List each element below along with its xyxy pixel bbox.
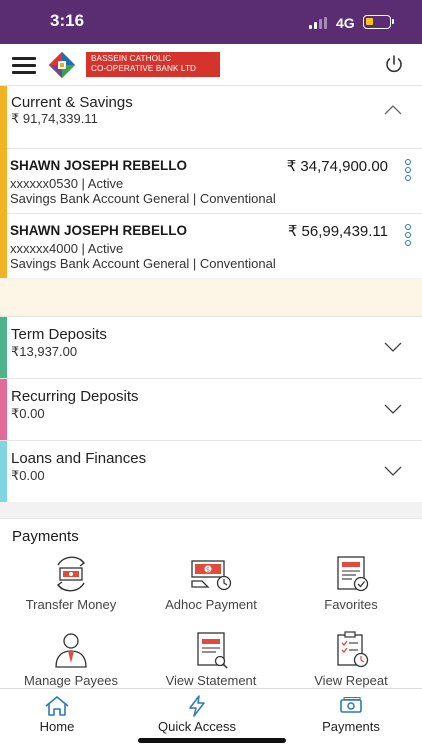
view-statement-tile[interactable]: View Statement xyxy=(141,631,281,688)
favorites-tile[interactable]: Favorites xyxy=(281,555,421,615)
term-deposits-title: Term Deposits xyxy=(11,326,107,343)
home-icon xyxy=(45,696,69,716)
view-repeat-icon xyxy=(337,631,369,668)
tile-label: Transfer Money xyxy=(25,597,117,612)
chevron-down-icon[interactable] xyxy=(383,465,403,477)
bank-name-logo: BASSEIN CATHOLIC CO-OPERATIVE BANK LTD xyxy=(86,52,220,77)
lightning-icon xyxy=(189,695,205,717)
section-accent-bar xyxy=(0,317,7,378)
app-header: BASSEIN CATHOLIC CO-OPERATIVE BANK LTD xyxy=(0,44,422,86)
current-savings-title: Current & Savings xyxy=(11,94,133,111)
manage-payees-icon xyxy=(55,633,87,668)
tile-label: Manage Payees xyxy=(24,673,118,688)
status-bar: 3:16 4G xyxy=(0,0,422,44)
account-row[interactable]: SHAWN JOSEPH REBELLO ₹ 34,74,900.00 xxxx… xyxy=(7,148,422,212)
nav-label: Quick Access xyxy=(157,719,237,734)
payments-title: Payments xyxy=(12,528,79,545)
transfer-money-icon xyxy=(56,556,86,592)
chevron-down-icon[interactable] xyxy=(383,341,403,353)
account-balance: ₹ 34,74,900.00 xyxy=(286,158,388,175)
account-type: Savings Bank Account General | Conventio… xyxy=(10,256,276,271)
current-savings-total: ₹ 91,74,339.11 xyxy=(11,111,98,126)
loans-title: Loans and Finances xyxy=(11,450,147,467)
tile-label: View Statement xyxy=(165,673,257,688)
account-number-status: xxxxxx0530 | Active xyxy=(10,176,124,191)
section-accent-bar xyxy=(0,379,7,440)
section-accent-bar xyxy=(0,441,7,502)
power-logout-icon[interactable] xyxy=(383,53,405,75)
current-savings-header[interactable]: Current & Savings ₹ 91,74,339.11 xyxy=(7,86,422,146)
bank-logo-icon xyxy=(48,51,76,79)
view-statement-icon xyxy=(197,632,228,669)
network-type: 4G xyxy=(336,15,355,31)
bank-name-line1: BASSEIN CATHOLIC xyxy=(91,54,172,63)
recurring-deposits-title: Recurring Deposits xyxy=(11,388,139,405)
signal-icon xyxy=(309,17,329,29)
adhoc-payment-tile[interactable]: $ Adhoc Payment xyxy=(141,555,281,615)
tile-label: Adhoc Payment xyxy=(165,597,257,612)
account-holder-name: SHAWN JOSEPH REBELLO xyxy=(10,223,188,238)
chevron-down-icon[interactable] xyxy=(383,403,403,415)
account-row[interactable]: SHAWN JOSEPH REBELLO ₹ 56,99,439.11 xxxx… xyxy=(7,213,422,277)
tile-label: Favorites xyxy=(324,597,378,612)
payments-card: Payments Transfer Money $ Adhoc Payment … xyxy=(0,518,422,688)
transfer-money-tile[interactable]: Transfer Money xyxy=(1,555,141,615)
current-savings-section: Current & Savings ₹ 91,74,339.11 SHAWN J… xyxy=(0,86,422,278)
home-indicator xyxy=(138,738,286,743)
favorites-icon xyxy=(337,556,369,592)
more-options-icon[interactable] xyxy=(404,224,412,246)
loans-section[interactable]: Loans and Finances ₹0.00 xyxy=(0,440,422,502)
bank-name-line2: CO-OPERATIVE BANK LTD xyxy=(91,64,197,73)
nav-label: Payments xyxy=(322,719,380,734)
recurring-deposits-section[interactable]: Recurring Deposits ₹0.00 xyxy=(0,378,422,440)
status-time: 3:16 xyxy=(50,11,85,30)
svg-text:$: $ xyxy=(206,567,210,574)
account-type: Savings Bank Account General | Conventio… xyxy=(10,191,276,206)
tile-label: View Repeat xyxy=(314,673,388,688)
nav-payments[interactable]: Payments xyxy=(291,695,411,734)
chevron-up-icon[interactable] xyxy=(383,104,403,116)
account-balance: ₹ 56,99,439.11 xyxy=(287,223,388,240)
payments-banknote-icon xyxy=(340,697,362,713)
manage-payees-tile[interactable]: Manage Payees xyxy=(1,631,141,688)
term-deposits-section[interactable]: Term Deposits ₹13,937.00 xyxy=(0,316,422,378)
accounts-content[interactable]: Current & Savings ₹ 91,74,339.11 SHAWN J… xyxy=(0,86,422,688)
section-spacer xyxy=(0,279,422,315)
adhoc-payment-icon: $ xyxy=(191,560,232,591)
nav-quick-access[interactable]: Quick Access xyxy=(137,695,257,734)
nav-home[interactable]: Home xyxy=(0,695,117,734)
account-number-status: xxxxxx4000 | Active xyxy=(10,241,124,256)
recurring-deposits-total: ₹0.00 xyxy=(11,406,45,421)
battery-icon xyxy=(363,15,394,29)
loans-total: ₹0.00 xyxy=(11,468,45,483)
term-deposits-total: ₹13,937.00 xyxy=(11,344,78,359)
more-options-icon[interactable] xyxy=(404,159,412,181)
nav-label: Home xyxy=(39,719,75,734)
view-repeat-tile[interactable]: View Repeat xyxy=(281,631,421,688)
account-holder-name: SHAWN JOSEPH REBELLO xyxy=(10,158,188,173)
hamburger-menu-icon[interactable] xyxy=(12,56,36,74)
